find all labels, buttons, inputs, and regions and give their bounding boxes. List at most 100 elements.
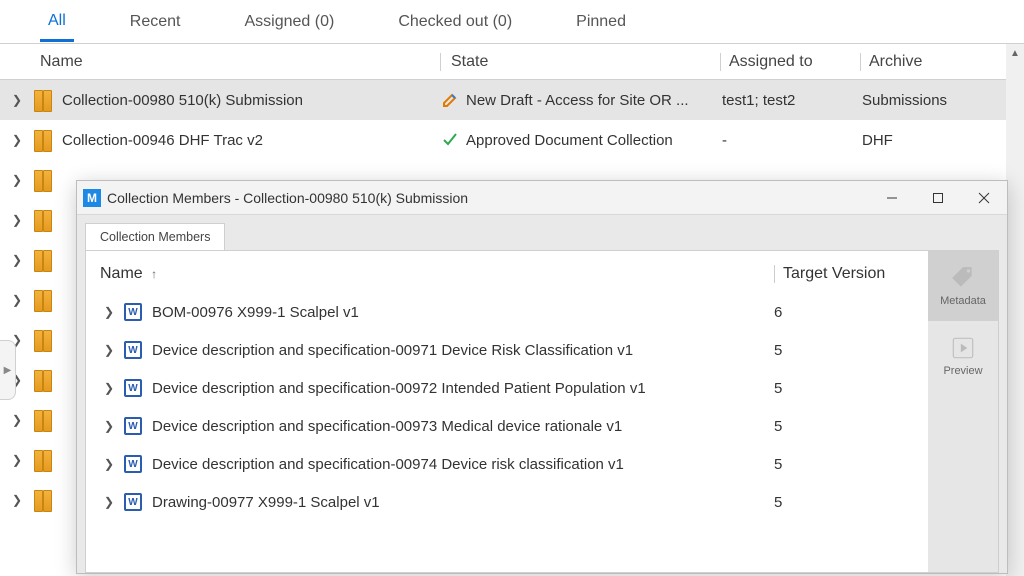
expand-chevron-icon[interactable]: ❯ (0, 173, 34, 187)
row-archive: DHF (862, 132, 980, 149)
collection-folder-icon (34, 170, 52, 190)
expand-chevron-icon[interactable]: ❯ (0, 413, 34, 427)
sidepanel-metadata-label: Metadata (940, 295, 986, 307)
row-name: Collection-00980 510(k) Submission (62, 92, 442, 109)
row-state: New Draft - Access for Site OR ... (442, 92, 722, 109)
tag-icon (950, 265, 976, 291)
word-document-icon (124, 379, 142, 397)
tab-pinned[interactable]: Pinned (568, 3, 634, 40)
col-member-name[interactable]: Name (100, 265, 143, 282)
word-document-icon (124, 493, 142, 511)
collection-folder-icon (34, 410, 52, 430)
member-row[interactable]: ❯ Device description and specification-0… (100, 331, 914, 369)
member-row[interactable]: ❯ Drawing-00977 X999-1 Scalpel v1 5 (100, 483, 914, 521)
col-archive[interactable]: Archive (860, 53, 978, 71)
member-row[interactable]: ❯ Device description and specification-0… (100, 445, 914, 483)
word-document-icon (124, 341, 142, 359)
col-target-version[interactable]: Target Version (774, 265, 914, 283)
expand-chevron-icon[interactable]: ❯ (100, 419, 118, 433)
scroll-up-icon[interactable]: ▲ (1006, 44, 1024, 62)
collection-folder-icon (34, 450, 52, 470)
row-name: Collection-00946 DHF Trac v2 (62, 132, 442, 149)
window-titlebar[interactable]: M Collection Members - Collection-00980 … (77, 181, 1007, 215)
member-target-version: 5 (774, 418, 914, 435)
member-target-version: 5 (774, 380, 914, 397)
row-archive: Submissions (862, 92, 980, 109)
minimize-icon (886, 192, 898, 204)
app-icon: M (83, 189, 101, 207)
expand-chevron-icon[interactable]: ❯ (0, 493, 34, 507)
col-assigned[interactable]: Assigned to (720, 53, 860, 71)
member-target-version: 6 (774, 304, 914, 321)
filter-tabs: All Recent Assigned (0) Checked out (0) … (0, 0, 1024, 44)
member-target-version: 5 (774, 456, 914, 473)
members-column-headers: Name ↑ Target Version (100, 261, 914, 293)
collection-folder-icon (34, 90, 52, 110)
expand-chevron-icon[interactable]: ❯ (100, 381, 118, 395)
member-name: Device description and specification-009… (152, 342, 774, 359)
maximize-icon (932, 192, 944, 204)
expand-chevron-icon[interactable]: ❯ (100, 457, 118, 471)
row-state: Approved Document Collection (442, 132, 722, 149)
sidepanel-metadata-button[interactable]: Metadata (928, 251, 998, 321)
member-name: Device description and specification-009… (152, 456, 774, 473)
table-row[interactable]: ❯ Collection-00980 510(k) Submission New… (0, 80, 1024, 120)
sidepanel-preview-button[interactable]: Preview (928, 321, 998, 391)
member-name: BOM-00976 X999-1 Scalpel v1 (152, 304, 774, 321)
row-assigned: test1; test2 (722, 92, 862, 109)
sort-asc-icon: ↑ (151, 267, 157, 281)
expand-chevron-icon[interactable]: ❯ (100, 343, 118, 357)
row-assigned: - (722, 132, 862, 149)
expand-chevron-icon[interactable]: ❯ (0, 253, 34, 267)
member-row[interactable]: ❯ Device description and specification-0… (100, 369, 914, 407)
expand-chevron-icon[interactable]: ❯ (100, 495, 118, 509)
check-state-icon (442, 132, 458, 148)
tab-assigned[interactable]: Assigned (0) (236, 3, 342, 40)
expand-chevron-icon[interactable]: ❯ (0, 93, 34, 107)
table-row[interactable]: ❯ Collection-00946 DHF Trac v2 Approved … (0, 120, 1024, 160)
member-target-version: 5 (774, 342, 914, 359)
expand-chevron-icon[interactable]: ❯ (0, 133, 34, 147)
tab-recent[interactable]: Recent (122, 3, 189, 40)
expand-chevron-icon[interactable]: ❯ (100, 305, 118, 319)
window-title: Collection Members - Collection-00980 51… (107, 190, 869, 206)
member-row[interactable]: ❯ Device description and specification-0… (100, 407, 914, 445)
collection-members-window: M Collection Members - Collection-00980 … (76, 180, 1008, 574)
collection-folder-icon (34, 490, 52, 510)
member-row[interactable]: ❯ BOM-00976 X999-1 Scalpel v1 6 (100, 293, 914, 331)
close-icon (978, 192, 990, 204)
row-state-text: Approved Document Collection (466, 132, 673, 149)
word-document-icon (124, 417, 142, 435)
expand-chevron-icon[interactable]: ❯ (0, 293, 34, 307)
sidepanel-preview-label: Preview (943, 365, 982, 377)
member-name: Device description and specification-009… (152, 380, 774, 397)
expand-chevron-icon[interactable]: ❯ (0, 453, 34, 467)
col-name[interactable]: Name (40, 53, 440, 71)
tab-collection-members[interactable]: Collection Members (85, 223, 225, 250)
window-minimize-button[interactable] (869, 181, 915, 215)
preview-icon (950, 335, 976, 361)
collection-folder-icon (34, 330, 52, 350)
collection-folder-icon (34, 130, 52, 150)
expand-chevron-icon[interactable]: ❯ (0, 213, 34, 227)
collection-folder-icon (34, 290, 52, 310)
collection-folder-icon (34, 250, 52, 270)
edit-state-icon (442, 92, 458, 108)
tab-all[interactable]: All (40, 2, 74, 42)
word-document-icon (124, 303, 142, 321)
collection-folder-icon (34, 370, 52, 390)
word-document-icon (124, 455, 142, 473)
collection-folder-icon (34, 210, 52, 230)
row-state-text: New Draft - Access for Site OR ... (466, 92, 689, 109)
col-state[interactable]: State (440, 53, 720, 71)
window-sidepanel: Metadata Preview (928, 251, 998, 572)
sidebar-expand-handle[interactable]: ▶ (0, 340, 16, 400)
tab-checkedout[interactable]: Checked out (0) (390, 3, 520, 40)
member-name: Drawing-00977 X999-1 Scalpel v1 (152, 494, 774, 511)
member-target-version: 5 (774, 494, 914, 511)
vertical-scrollbar[interactable]: ▲ (1006, 44, 1024, 576)
window-close-button[interactable] (961, 181, 1007, 215)
grid-column-headers: Name State Assigned to Archive (0, 44, 1024, 80)
window-maximize-button[interactable] (915, 181, 961, 215)
member-name: Device description and specification-009… (152, 418, 774, 435)
